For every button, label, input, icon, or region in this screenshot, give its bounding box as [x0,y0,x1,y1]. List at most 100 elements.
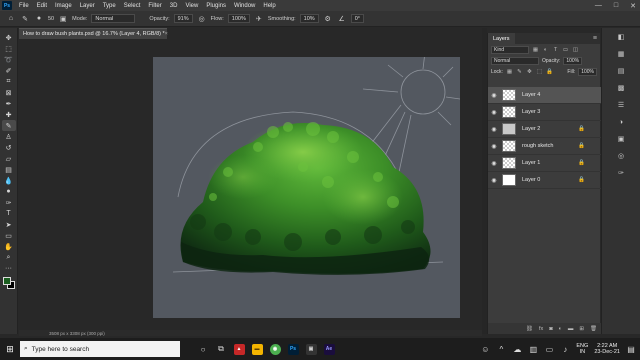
filter-type-icon[interactable]: T [552,46,559,53]
gradient-tool-icon[interactable]: ▤ [2,164,16,175]
link-layers-icon[interactable]: ⛓ [526,326,533,332]
gradients-panel-icon[interactable]: ▤ [616,66,626,76]
tray-people-icon[interactable]: ☺ [480,338,490,360]
quick-select-tool-icon[interactable]: ✐ [2,65,16,76]
layer-style-icon[interactable]: fx [539,326,543,332]
document-canvas[interactable] [153,57,460,318]
color-panel-icon[interactable]: ◧ [616,32,626,42]
pen-tool-icon[interactable]: ✑ [2,197,16,208]
visibility-eye-icon[interactable]: ◉ [488,126,500,133]
delete-layer-icon[interactable]: 🗑 [590,326,597,332]
lock-icon[interactable]: 🔒 [578,177,585,183]
pressure-opacity-icon[interactable]: ◎ [197,14,207,24]
cortana-icon[interactable]: ○ [194,338,212,360]
smoothing-field[interactable]: 10% [299,14,319,23]
app-red-icon[interactable]: ▲ [230,338,248,360]
angle-field[interactable]: 0° [350,14,364,23]
blur-tool-icon[interactable]: 💧 [2,175,16,186]
dodge-tool-icon[interactable]: ● [2,186,16,197]
layer-opacity-field[interactable]: 100% [563,56,583,65]
close-tab-icon[interactable]: × [165,31,168,37]
clock[interactable]: 2:22 AM 23-Dec-21 [594,343,620,356]
adjustment-layer-icon[interactable]: ◐ [559,326,562,332]
tab-layers[interactable]: Layers [488,33,515,44]
tray-battery-icon[interactable]: ▭ [544,338,554,360]
lock-icon[interactable]: 🔒 [578,126,585,132]
more-tools-icon[interactable]: ··· [2,263,16,274]
menu-help[interactable]: Help [259,3,279,9]
brush-settings-icon[interactable]: ▣ [58,14,68,24]
panel-menu-icon[interactable]: ≡ [593,35,597,42]
path-select-tool-icon[interactable]: ➤ [2,219,16,230]
healing-tool-icon[interactable]: ✚ [2,109,16,120]
add-mask-icon[interactable]: ◙ [549,326,552,332]
patterns-panel-icon[interactable]: ▩ [616,83,626,93]
tray-volume-icon[interactable]: ♪ [560,338,570,360]
zoom-tool-icon[interactable]: ⌕ [2,252,16,263]
minimize-button[interactable]: — [595,2,602,9]
start-windows-icon[interactable]: ⊞ [0,338,20,360]
layer-row-layer-2[interactable]: ◉ Layer 2 🔒 [488,121,601,138]
smoothing-gear-icon[interactable]: ⚙ [323,14,333,24]
language-indicator[interactable]: ENG IN [576,343,588,356]
brush-size-icon[interactable]: ● [34,14,44,24]
swatches-panel-icon[interactable]: ▦ [616,49,626,59]
fill-field[interactable]: 100% [578,67,597,76]
type-tool-icon[interactable]: T [2,208,16,219]
properties-panel-icon[interactable]: ☰ [616,100,626,110]
photoshop-taskbar-icon[interactable]: Ps [284,338,302,360]
tray-chevron-up-icon[interactable]: ^ [496,338,506,360]
home-icon[interactable]: ⌂ [6,14,16,24]
blend-mode-select[interactable]: Normal [491,56,539,65]
lock-icon[interactable]: 🔒 [578,143,585,149]
close-window-button[interactable]: ✕ [630,2,636,10]
shape-tool-icon[interactable]: ▭ [2,230,16,241]
app-dark-icon[interactable]: ▣ [302,338,320,360]
document-tab[interactable]: How to draw bush plants.psd @ 16.7% (Lay… [19,28,168,39]
menu-layer[interactable]: Layer [76,3,99,9]
flow-field[interactable]: 100% [227,14,250,23]
paths-panel-icon[interactable]: ✑ [616,168,626,178]
mode-select[interactable]: Normal [91,14,136,23]
menu-select[interactable]: Select [120,3,145,9]
move-tool-icon[interactable]: ✥ [2,32,16,43]
lock-pixels-icon[interactable]: ✎ [516,68,523,75]
maximize-button[interactable]: □ [614,2,618,9]
tray-network-icon[interactable]: ▥ [528,338,538,360]
menu-window[interactable]: Window [230,3,259,9]
eraser-tool-icon[interactable]: ▱ [2,153,16,164]
visibility-eye-icon[interactable]: ◉ [488,143,500,150]
adjustments-panel-icon[interactable]: ◑ [616,117,626,127]
brush-tool-icon[interactable]: ✎ [1,120,16,131]
filter-pixel-icon[interactable]: ▦ [532,46,539,53]
lock-all-icon[interactable]: 🔒 [546,68,553,75]
menu-plugins[interactable]: Plugins [202,3,230,9]
after-effects-icon[interactable]: Ae [320,338,338,360]
lock-icon[interactable]: 🔒 [578,160,585,166]
filter-smart-icon[interactable]: ◫ [572,46,579,53]
layer-row-layer-3[interactable]: ◉ Layer 3 [488,104,601,121]
lock-artboard-icon[interactable]: ⬚ [536,68,543,75]
menu-image[interactable]: Image [51,3,76,9]
layer-row-layer-4[interactable]: ◉ Layer 4 [488,87,601,104]
task-view-icon[interactable]: ⧉ [212,338,230,360]
taskbar-search[interactable]: ⌕ Type here to search [20,341,180,357]
menu-edit[interactable]: Edit [33,3,51,9]
marquee-tool-icon[interactable]: ⬚ [2,43,16,54]
lasso-tool-icon[interactable]: ➰ [2,54,16,65]
brush-size-value[interactable]: 50 [48,16,54,22]
new-group-icon[interactable]: ▬ [568,326,574,332]
menu-3d[interactable]: 3D [166,3,182,9]
airbrush-icon[interactable]: ✈ [254,14,264,24]
new-layer-icon[interactable]: ⊞ [579,326,584,332]
foreground-color-swatch[interactable] [2,277,11,285]
notifications-icon[interactable]: ▤ [626,338,636,360]
eyedropper-tool-icon[interactable]: ✒ [2,98,16,109]
hand-tool-icon[interactable]: ✋ [2,241,16,252]
libraries-panel-icon[interactable]: ▣ [616,134,626,144]
file-explorer-icon[interactable]: ▬ [248,338,266,360]
photoshop-logo[interactable]: Ps [2,1,12,10]
layer-row-layer-0[interactable]: ◉ Layer 0 🔒 [488,172,601,189]
layer-row-rough-sketch[interactable]: ◉ rough sketch 🔒 [488,138,601,155]
visibility-eye-icon[interactable]: ◉ [488,109,500,116]
